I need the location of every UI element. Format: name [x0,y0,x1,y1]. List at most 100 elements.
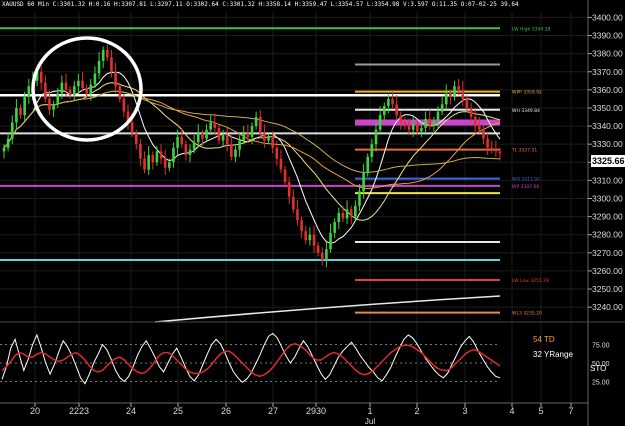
candle-body [19,107,22,116]
candle-body [416,124,419,132]
y-tick-label: 3330.00 [592,139,623,149]
candle-body [196,133,200,143]
candle-body [345,209,349,219]
level-label: LW High 3394.38 [512,26,550,32]
candle-body [238,140,241,150]
candle-body [316,245,320,253]
candle-body [48,98,51,110]
candle-body [64,82,68,90]
td-label: 54 TD [533,335,555,344]
candle-body [333,222,336,233]
candle-body [2,147,6,152]
y-tick-label: 3290.00 [592,212,623,222]
candle-body [494,149,498,152]
price-chart[interactable]: LW High 3394.38 WPP 3359.92 WH 3349.84 TL 3… [0,0,625,426]
candle-body [159,151,163,159]
candle-body [172,147,175,163]
candle-body [230,144,233,157]
candle-body [250,126,254,137]
candle-body [213,122,217,128]
candle-body [370,144,374,157]
x-tick-label: 3 [462,406,467,416]
candle-body [118,86,122,99]
yrange-label: 32 YRange [533,350,573,359]
candle-body [449,93,452,98]
candle-body [444,93,448,105]
candle-body [283,169,287,183]
candle-body [242,133,246,141]
candle-body [151,155,155,163]
candle-body [15,107,18,123]
candle-body [147,155,150,170]
candle-body [469,107,473,118]
y-tick-label: 3360.00 [592,85,623,95]
last-price-badge: 3325.66 [591,155,625,167]
candle-body [490,147,494,150]
candle-body [275,147,279,159]
y-tick-label: 3350.00 [592,103,623,113]
x-tick-label: 2930 [306,406,326,416]
candle-body [221,135,225,141]
candle-body [341,212,345,219]
x-tick-label: 2 [414,406,419,416]
candle-body [6,138,10,148]
level-label: WL3 3235.20 [512,311,542,317]
candle-body [403,122,407,127]
candle-body [308,234,312,241]
candle-body [428,118,432,127]
candle-body [279,158,283,170]
candle-body [81,80,84,89]
header-readout: XAUUSD 60 Min C:3301.32 H:0.16 H:3307.81… [2,1,519,8]
candle-body [304,231,308,241]
candle-body [498,151,502,154]
candle-body [77,80,80,87]
candle-body [457,86,460,90]
x-tick-label: 26 [221,406,231,416]
candle-body [465,98,469,108]
candle-body [395,104,398,116]
stoch-level-label: 25.00 [592,380,610,387]
candle-body [411,124,415,130]
candle-body [68,89,72,96]
candle-body [382,106,386,116]
candle-body [436,111,440,121]
y-tick-label: 3240.00 [592,302,623,312]
candle-body [482,129,485,139]
candle-body [180,136,184,145]
candle-body [320,252,324,261]
candle-body [486,138,489,148]
candle-body [296,209,299,221]
candle-body [184,144,188,156]
candle-body [10,122,14,139]
candle-body [349,209,353,217]
candle-body [366,156,370,174]
candle-body [407,126,411,130]
candle-body [374,129,378,145]
candle-body [188,149,192,156]
candle-body [39,71,43,83]
candle-body [176,136,179,148]
candle-body [44,82,47,99]
y-tick-label: 3270.00 [592,248,623,258]
candle-body [217,127,221,141]
candle-body [263,133,266,141]
y-tick-label: 3310.00 [592,175,623,185]
x-tick-label: 27 [268,406,278,416]
candle-body [254,117,258,127]
candle-body [292,196,295,210]
candle-body [101,50,105,61]
candle-body [440,104,444,112]
candle-body [453,86,456,98]
candle-body [56,93,60,105]
x-tick-label: 20 [30,406,40,416]
x-tick-label: 1 [367,406,372,416]
sto-label: STO [590,364,607,373]
candle-body [461,89,465,99]
candle-body [362,173,365,192]
y-tick-label: 3300.00 [592,193,623,203]
candle-body [139,144,142,159]
candle-body [201,133,204,139]
y-tick-label: 3260.00 [592,266,623,276]
candle-body [85,88,88,94]
candle-body [287,182,291,197]
